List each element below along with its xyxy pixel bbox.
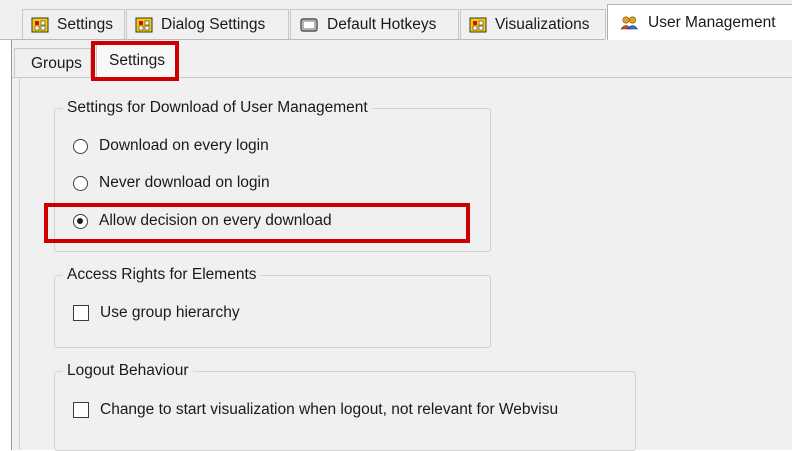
highlight-allow-decision-option xyxy=(44,203,470,243)
tab-label: Settings xyxy=(57,15,114,33)
radio-button[interactable] xyxy=(73,138,88,154)
radio-label: Never download on login xyxy=(99,174,270,191)
radio-never-download[interactable]: Never download on login xyxy=(73,174,270,192)
group-legend: Settings for Download of User Management xyxy=(63,98,372,118)
radio-label: Download on every login xyxy=(99,137,269,154)
tab-visualizations[interactable]: Visualizations xyxy=(460,9,606,39)
checkbox-start-visualization-on-logout[interactable]: Change to start visualization when logou… xyxy=(73,401,558,419)
tab-label: Default Hotkeys xyxy=(327,15,437,33)
radio-download-every-login[interactable]: Download on every login xyxy=(73,137,269,155)
main-tab-strip: Settings Dialog Settings Default Hotkeys… xyxy=(0,0,792,40)
radio-button[interactable] xyxy=(73,175,88,191)
user-management-panel: Groups Settings Settings for Download of… xyxy=(11,40,792,451)
tab-label: Visualizations xyxy=(495,15,590,33)
tab-default-hotkeys[interactable]: Default Hotkeys xyxy=(290,9,459,39)
keyboard-icon xyxy=(300,17,318,32)
users-icon xyxy=(620,15,639,29)
tab-settings[interactable]: Settings xyxy=(22,9,125,39)
checkbox-label: Use group hierarchy xyxy=(100,304,240,321)
tab-label: User Management xyxy=(648,13,776,31)
settings-grid-icon xyxy=(31,17,49,32)
visualization-grid-icon xyxy=(469,17,487,32)
tab-dialog-settings[interactable]: Dialog Settings xyxy=(126,9,289,39)
highlight-settings-subtab xyxy=(91,41,179,81)
tab-label: Dialog Settings xyxy=(161,15,266,33)
checkbox[interactable] xyxy=(73,402,89,418)
access-rights-group: Access Rights for Elements Use group hie… xyxy=(54,265,491,348)
checkbox-use-group-hierarchy[interactable]: Use group hierarchy xyxy=(73,304,240,322)
subtab-label: Groups xyxy=(31,54,82,72)
subtab-groups[interactable]: Groups xyxy=(14,48,91,78)
checkbox-label: Change to start visualization when logou… xyxy=(100,401,559,418)
checkbox[interactable] xyxy=(73,305,89,321)
group-legend: Access Rights for Elements xyxy=(63,265,261,285)
logout-behaviour-group: Logout Behaviour Change to start visuali… xyxy=(54,361,636,451)
dialog-grid-icon xyxy=(135,17,153,32)
group-legend: Logout Behaviour xyxy=(63,361,193,381)
settings-content: Settings for Download of User Management… xyxy=(19,78,792,451)
tab-user-management[interactable]: User Management xyxy=(607,4,792,40)
